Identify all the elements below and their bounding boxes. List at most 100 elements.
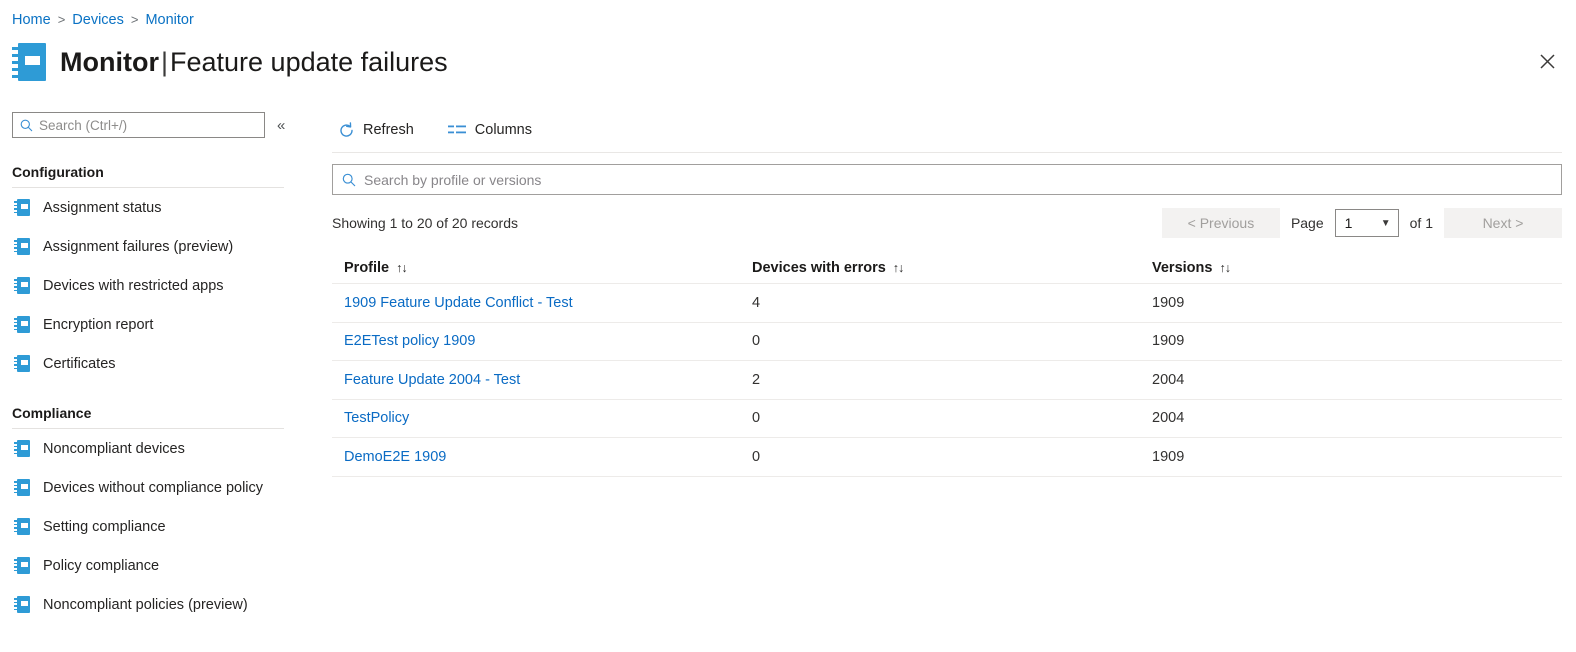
versions-value: 2004 [1152, 371, 1185, 388]
versions-value: 2004 [1152, 410, 1185, 427]
sidebar-item-setting-compliance[interactable]: Setting compliance [0, 507, 300, 546]
column-header-versions[interactable]: Versions ↑↓ [1152, 260, 1562, 276]
report-notebook-icon [14, 479, 30, 496]
close-button[interactable] [1532, 46, 1562, 76]
profile-link[interactable]: DemoE2E 1909 [344, 449, 446, 465]
report-notebook-icon [12, 43, 46, 81]
sort-icon: ↑↓ [892, 261, 904, 275]
table-row: Feature Update 2004 - Test 2 2004 [332, 360, 1562, 399]
table-row: 1909 Feature Update Conflict - Test 4 19… [332, 283, 1562, 322]
column-header-label: Devices with errors [752, 260, 886, 276]
pagination-row: Showing 1 to 20 of 20 records < Previous… [332, 207, 1562, 239]
page-number-value: 1 [1344, 215, 1353, 231]
report-notebook-icon [14, 199, 30, 216]
report-notebook-icon [14, 277, 30, 294]
refresh-label: Refresh [363, 122, 414, 138]
devices-with-errors-value: 4 [752, 294, 761, 311]
feature-update-failures-page: Home > Devices > Monitor Monitor|Feature… [0, 0, 1576, 652]
table-bottom-divider [332, 475, 1562, 477]
page-label: Page [1290, 215, 1324, 231]
command-bar-divider [332, 152, 1562, 153]
previous-page-button[interactable]: < Previous [1161, 208, 1280, 238]
breadcrumb-item-home[interactable]: Home [12, 11, 51, 29]
columns-icon [447, 125, 466, 134]
sidebar-item-devices-without-compliance-policy[interactable]: Devices without compliance policy [0, 468, 300, 507]
command-bar: Refresh Columns [318, 108, 1576, 152]
sidebar-item-label: Policy compliance [43, 557, 160, 574]
sidebar-item-label: Setting compliance [43, 518, 166, 535]
search-input-placeholder: Search (Ctrl+/) [39, 117, 128, 133]
sidebar: Search (Ctrl+/) « Configuration Assignme… [0, 108, 300, 652]
search-icon [20, 119, 33, 131]
devices-with-errors-value: 0 [752, 333, 761, 350]
refresh-icon [340, 121, 353, 137]
refresh-button[interactable]: Refresh [332, 118, 420, 143]
report-notebook-icon [14, 557, 30, 574]
records-count-label: Showing 1 to 20 of 20 records [332, 215, 519, 231]
sidebar-item-certificates[interactable]: Certificates [0, 344, 300, 383]
columns-label: Columns [474, 122, 532, 138]
sidebar-item-label: Assignment failures (preview) [43, 238, 234, 255]
versions-value: 1909 [1152, 448, 1185, 465]
table-row: TestPolicy 0 2004 [332, 398, 1562, 438]
total-pages-label: of 1 [1409, 215, 1433, 231]
column-header-label: Profile [344, 260, 390, 276]
devices-with-errors-value: 0 [752, 410, 761, 427]
column-header-label: Versions [1152, 260, 1213, 276]
sidebar-item-policy-compliance[interactable]: Policy compliance [0, 546, 300, 585]
sidebar-item-noncompliant-devices[interactable]: Noncompliant devices [0, 429, 300, 468]
page-title-divider: | [160, 47, 168, 77]
sidebar-item-label: Devices with restricted apps [43, 277, 224, 294]
sidebar-item-noncompliant-policies[interactable]: Noncompliant policies (preview) [0, 585, 300, 624]
report-notebook-icon [14, 596, 30, 613]
feature-update-failures-table: Profile ↑↓ Devices with errors ↑↓ Versio… [332, 253, 1562, 477]
devices-with-errors-value: 2 [752, 371, 761, 388]
sidebar-item-assignment-status[interactable]: Assignment status [0, 188, 300, 227]
sidebar-group-title-configuration: Configuration [12, 164, 104, 180]
search-icon [342, 173, 356, 186]
breadcrumb-separator-icon: > [130, 12, 139, 27]
report-notebook-icon [14, 518, 30, 535]
pagination-controls: < Previous Page 1 ▼ of 1 Next > [1161, 208, 1562, 238]
sidebar-collapse-button[interactable]: « [277, 117, 285, 134]
report-notebook-icon [14, 355, 30, 372]
sidebar-item-label: Encryption report [43, 316, 154, 333]
table-search-placeholder: Search by profile or versions [364, 171, 542, 188]
table-header-row: Profile ↑↓ Devices with errors ↑↓ Versio… [332, 253, 1562, 283]
profile-link[interactable]: TestPolicy [344, 410, 409, 426]
versions-value: 1909 [1152, 294, 1185, 311]
table-search-input[interactable]: Search by profile or versions [332, 164, 1562, 195]
report-notebook-icon [14, 440, 30, 457]
report-notebook-icon [14, 238, 30, 255]
sidebar-item-label: Devices without compliance policy [43, 479, 264, 496]
sidebar-group-title-compliance: Compliance [12, 405, 92, 421]
sidebar-item-assignment-failures[interactable]: Assignment failures (preview) [0, 227, 300, 266]
column-header-devices-with-errors[interactable]: Devices with errors ↑↓ [752, 260, 1152, 276]
column-header-profile[interactable]: Profile ↑↓ [344, 260, 752, 276]
page-number-select[interactable]: 1 ▼ [1334, 209, 1399, 237]
search-input[interactable]: Search (Ctrl+/) [12, 112, 265, 138]
devices-with-errors-value: 0 [752, 448, 761, 465]
page-title-secondary: Feature update failures [170, 47, 448, 77]
profile-link[interactable]: Feature Update 2004 - Test [344, 372, 520, 388]
sort-icon: ↑↓ [396, 261, 407, 275]
next-page-button[interactable]: Next > [1444, 208, 1562, 238]
sidebar-item-label: Noncompliant policies (preview) [43, 596, 248, 613]
profile-link[interactable]: 1909 Feature Update Conflict - Test [344, 295, 573, 311]
sidebar-search-row: Search (Ctrl+/) « [0, 108, 300, 142]
breadcrumb-item-monitor[interactable]: Monitor [145, 11, 193, 29]
table-row: DemoE2E 1909 0 1909 [332, 437, 1562, 476]
page-title-primary: Monitor [60, 47, 159, 77]
columns-button[interactable]: Columns [442, 118, 538, 142]
breadcrumb: Home > Devices > Monitor [12, 11, 194, 29]
page-title-row: Monitor|Feature update failures [12, 38, 448, 86]
breadcrumb-item-devices[interactable]: Devices [72, 11, 124, 29]
sidebar-item-encryption-report[interactable]: Encryption report [0, 305, 300, 344]
breadcrumb-separator-icon: > [57, 12, 66, 27]
versions-value: 1909 [1152, 333, 1185, 350]
page-title: Monitor|Feature update failures [60, 45, 448, 79]
table-row: E2ETest policy 1909 0 1909 [332, 321, 1562, 361]
sidebar-item-devices-with-restricted-apps[interactable]: Devices with restricted apps [0, 266, 300, 305]
sidebar-item-label: Certificates [43, 355, 116, 372]
profile-link[interactable]: E2ETest policy 1909 [344, 333, 475, 349]
